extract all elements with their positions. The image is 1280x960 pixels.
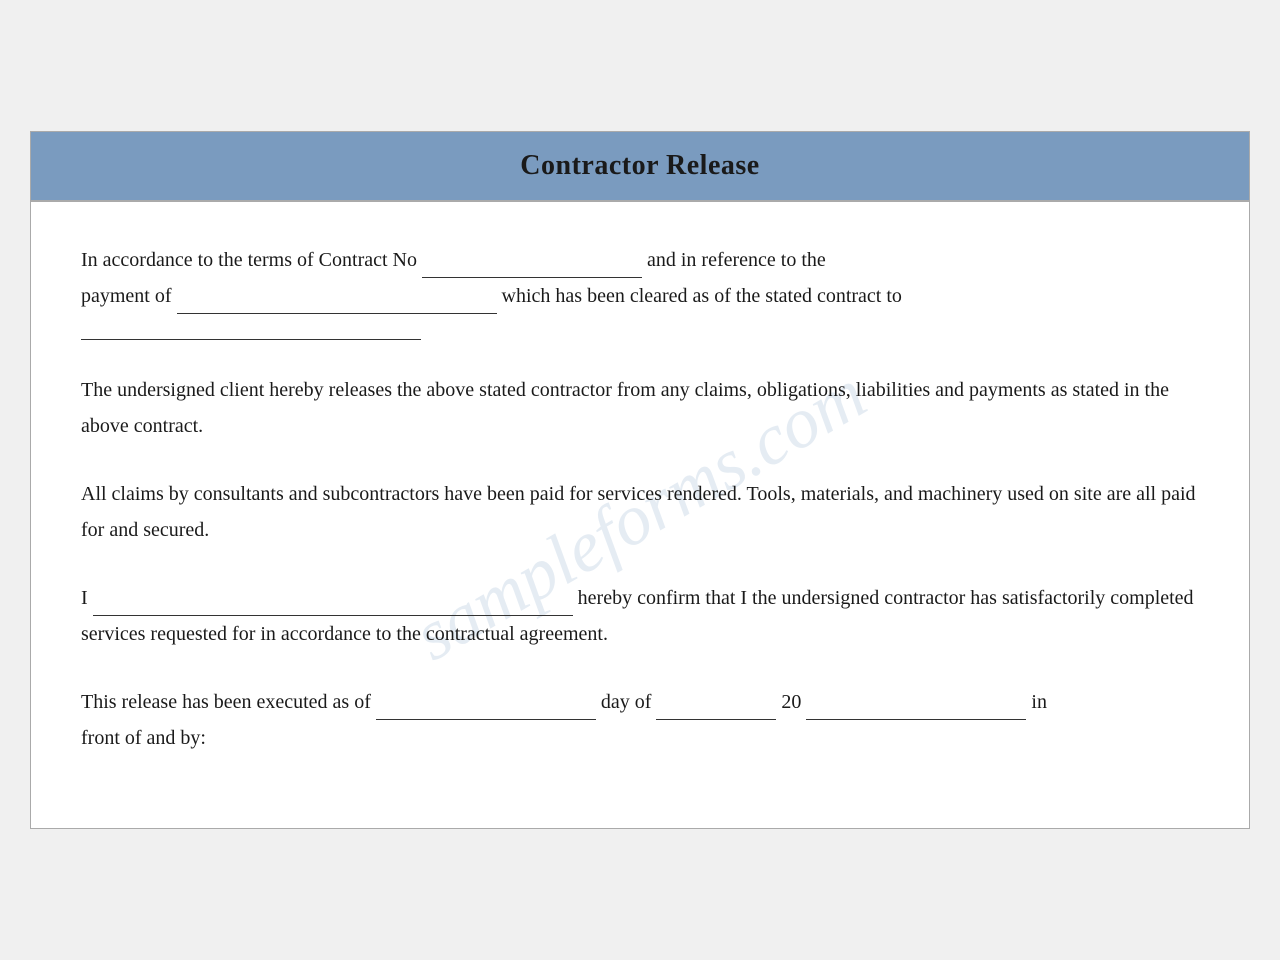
payment-amount-field[interactable] (177, 292, 497, 314)
paragraph-1: In accordance to the terms of Contract N… (81, 242, 1199, 340)
paragraph-3: All claims by consultants and subcontrac… (81, 476, 1199, 548)
paragraph-4: I hereby confirm that I the undersigned … (81, 580, 1199, 652)
p1-text-1: In accordance to the terms of Contract N… (81, 249, 417, 271)
document-header: Contractor Release (31, 132, 1249, 200)
p5-text-4: in (1031, 691, 1047, 713)
p5-text-1: This release has been executed as of (81, 691, 371, 713)
document-container: Contractor Release sampleforms.com In ac… (30, 131, 1250, 829)
document-title: Contractor Release (71, 150, 1209, 182)
undersigned-name-field[interactable] (93, 594, 573, 616)
p2-text: The undersigned client hereby releases t… (81, 379, 1169, 437)
paragraph-5: This release has been executed as of day… (81, 684, 1199, 756)
p1-text-3: payment of (81, 285, 172, 307)
p1-text-4: which has been cleared as of the stated … (502, 285, 902, 307)
execution-year-field[interactable] (806, 698, 1026, 720)
execution-month-field[interactable] (656, 698, 776, 720)
p5-text-2: day of (601, 691, 652, 713)
p5-text-5: front of and by: (81, 727, 206, 749)
p5-text-3: 20 (781, 691, 801, 713)
contract-number-field[interactable] (422, 256, 642, 278)
paragraph-2: The undersigned client hereby releases t… (81, 372, 1199, 444)
p3-text: All claims by consultants and subcontrac… (81, 483, 1196, 541)
p4-text-1: I (81, 587, 88, 609)
p1-text-2: and in reference to the (647, 249, 826, 271)
execution-date-field[interactable] (376, 698, 596, 720)
contractor-name-field[interactable] (81, 318, 421, 340)
document-body: sampleforms.com In accordance to the ter… (31, 202, 1249, 828)
